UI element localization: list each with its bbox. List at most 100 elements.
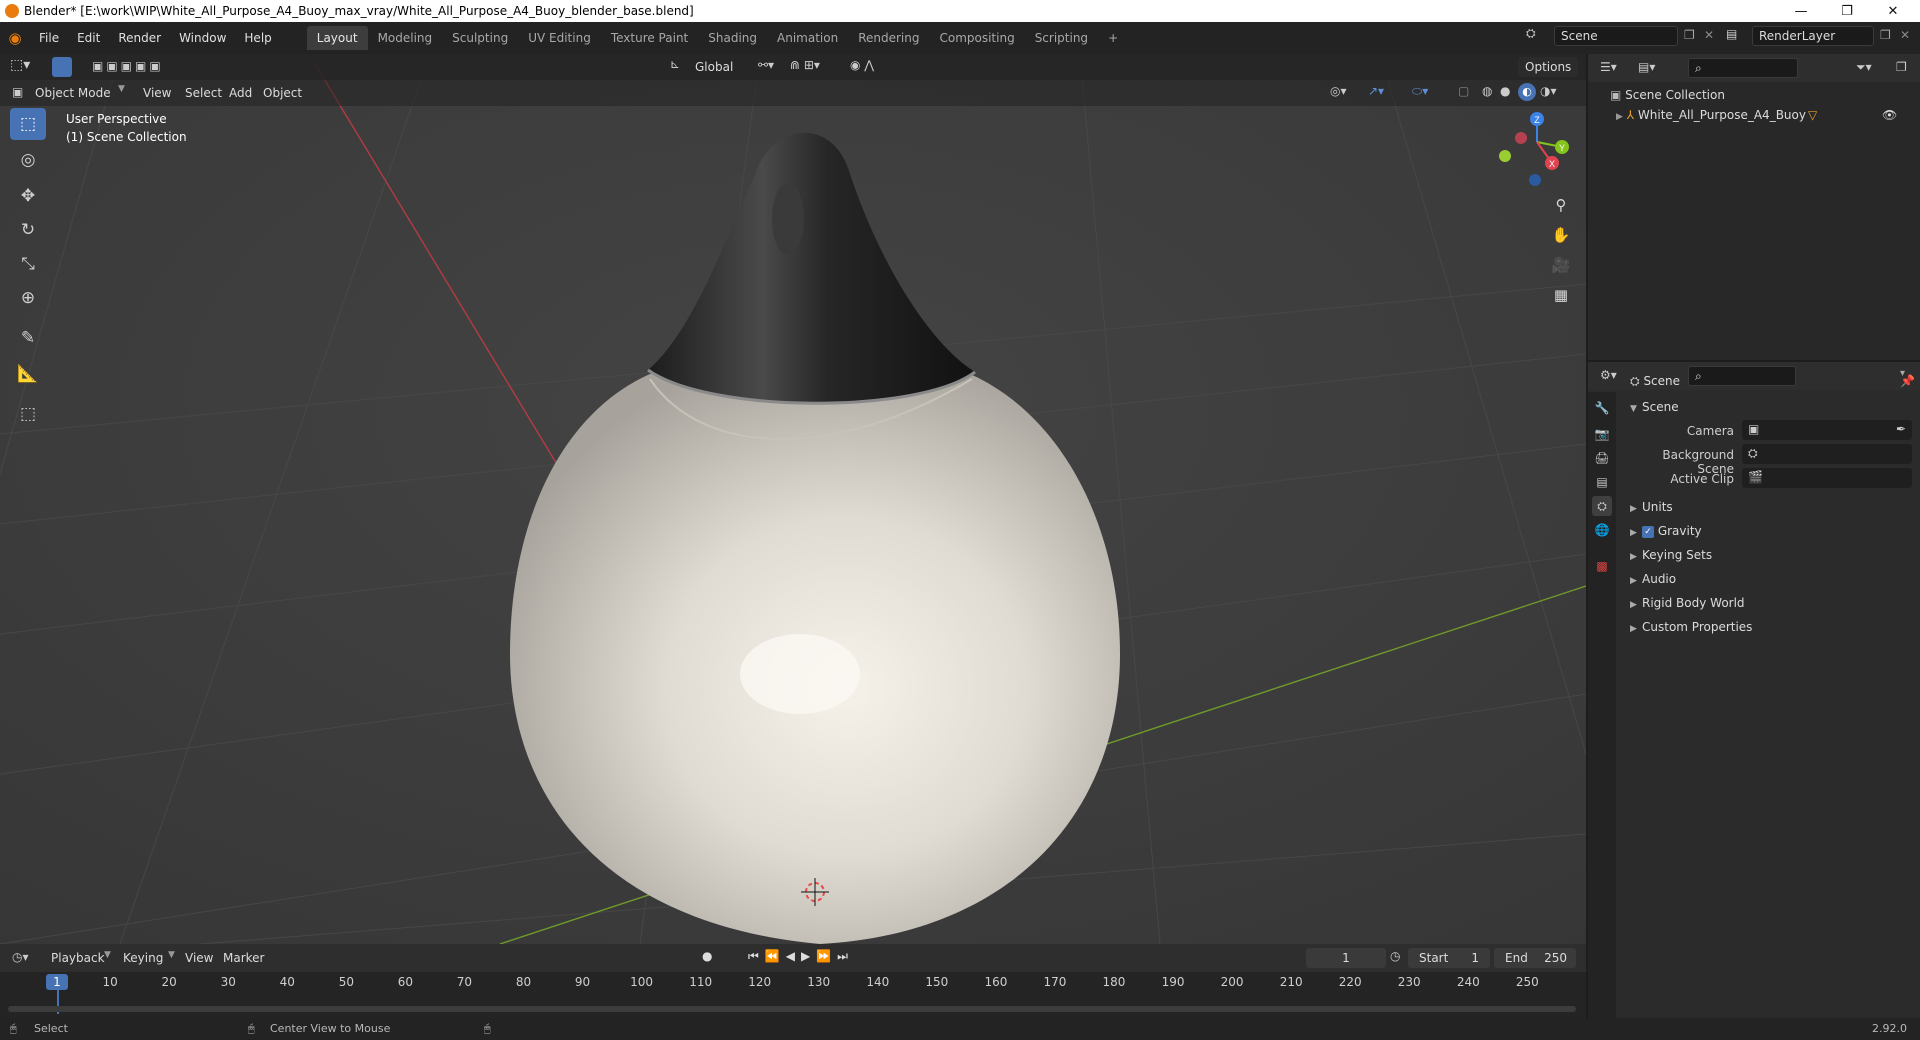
timeline-scrollbar[interactable]: [8, 1006, 1576, 1012]
timeline-ruler[interactable]: 1 10 20 30 40 50 60 70 80 90 100 110 120 130 140 150 160…: [0, 972, 1586, 1018]
cursor-tool-icon[interactable]: ◎: [10, 144, 46, 176]
selection-mode-icons[interactable]: ▣▣▣▣▣: [92, 59, 164, 73]
outliner-root-row[interactable]: ▣ Scene Collection: [1610, 88, 1725, 102]
add-cube-tool-icon[interactable]: ⬚: [10, 398, 46, 430]
current-frame-field[interactable]: 1: [1306, 948, 1386, 968]
scene-tab-icon[interactable]: ⛭: [1592, 496, 1612, 516]
start-frame-field[interactable]: Start 1: [1408, 948, 1490, 968]
measure-tool-icon[interactable]: 📐: [10, 358, 46, 390]
outliner-search-field[interactable]: ⌕: [1688, 58, 1798, 78]
transform-tool-icon[interactable]: ⊕: [10, 282, 46, 314]
subpanel-audio[interactable]: ▶ Audio: [1630, 568, 1676, 590]
world-tab-icon[interactable]: 🌐: [1592, 520, 1612, 540]
filter-icon[interactable]: ⏷▾: [1856, 60, 1872, 75]
record-keyframe-icon[interactable]: ●: [702, 949, 712, 963]
pivot-point-icon[interactable]: ⚯▾: [758, 58, 774, 72]
gizmo-toggle-icon[interactable]: ↗▾: [1368, 84, 1384, 98]
timeline-menu-playback[interactable]: Playback: [44, 948, 112, 968]
wireframe-shading-icon[interactable]: ◍: [1482, 84, 1492, 98]
viewport-menu-view[interactable]: View: [136, 83, 178, 103]
menu-file[interactable]: File: [30, 27, 68, 49]
tool-tab-icon[interactable]: 🔧: [1592, 398, 1612, 418]
tab-texture-paint[interactable]: Texture Paint: [601, 26, 698, 50]
tab-uv-editing[interactable]: UV Editing: [518, 26, 601, 50]
tab-compositing[interactable]: Compositing: [929, 26, 1024, 50]
outliner-editor[interactable]: ☰▾ ▤▾ ⌕ ⏷▾ ❐ ▣ Scene Collection ▶ ⅄ Whit…: [1588, 54, 1920, 360]
subpanel-units[interactable]: ▶ Units: [1630, 496, 1673, 518]
visibility-icon[interactable]: ◎▾: [1330, 84, 1347, 98]
timeline-menu-view[interactable]: View: [178, 948, 220, 968]
solid-shading-icon[interactable]: ●: [1500, 84, 1510, 98]
background-scene-field[interactable]: ⛭: [1742, 444, 1912, 464]
rendered-shading-icon[interactable]: ◑▾: [1540, 84, 1557, 98]
preview-range-icon[interactable]: ◷: [1390, 949, 1400, 963]
tab-scripting[interactable]: Scripting: [1025, 26, 1098, 50]
output-tab-icon[interactable]: 🖨: [1592, 448, 1612, 468]
visibility-eye-icon[interactable]: 👁: [1882, 108, 1897, 122]
properties-editor[interactable]: ⚙▾ ⌕ ▾ 🔧 📷 🖨 ▤ ⛭ 🌐 ▩ ⛭ Scene 📌 ▼ Scene Ca…: [1588, 362, 1920, 1018]
editor-type-icon[interactable]: ⬚▾: [10, 57, 30, 73]
renderlayer-icon[interactable]: ▤: [1726, 27, 1737, 41]
gravity-checkbox[interactable]: ✓: [1642, 525, 1654, 538]
display-mode-icon[interactable]: ▤▾: [1638, 60, 1655, 74]
menu-help[interactable]: Help: [235, 27, 280, 49]
close-button[interactable]: ✕: [1870, 0, 1916, 22]
menu-edit[interactable]: Edit: [68, 27, 109, 49]
subpanel-rigid-body-world[interactable]: ▶ Rigid Body World: [1630, 592, 1745, 614]
proportional-editing-icon[interactable]: ◉ ⋀: [850, 58, 874, 72]
outliner-item[interactable]: ▶ ⅄ White_All_Purpose_A4_Buoy ▽ 👁: [1616, 108, 1916, 128]
scene-panel-header[interactable]: ▼ Scene: [1630, 396, 1679, 418]
overlays-toggle-icon[interactable]: ⬭▾: [1412, 84, 1428, 99]
menu-render[interactable]: Render: [109, 27, 170, 49]
timeline-menu-marker[interactable]: Marker: [216, 948, 271, 968]
subpanel-gravity[interactable]: ▶ ✓ Gravity: [1630, 520, 1702, 542]
pin-icon[interactable]: 📌: [1900, 374, 1915, 388]
rotate-tool-icon[interactable]: ↻: [10, 214, 46, 246]
material-preview-shading-icon[interactable]: ◐: [1518, 83, 1536, 101]
annotate-tool-icon[interactable]: ✎: [10, 322, 46, 354]
expand-arrow-icon[interactable]: ▶: [1616, 112, 1623, 122]
tab-rendering[interactable]: Rendering: [848, 26, 929, 50]
add-workspace-button[interactable]: +: [1098, 26, 1128, 50]
delete-renderlayer-icon[interactable]: ✕: [1900, 28, 1910, 42]
delete-scene-icon[interactable]: ✕: [1704, 28, 1714, 42]
playback-controls-icons[interactable]: ⏮⏪◀▶⏩⏭: [748, 949, 854, 964]
3d-viewport[interactable]: Z Y X ⬚▾ ▣▣▣▣▣ ⊾ Global ⚯▾ ⋒ ⊞▾ ◉ ⋀ Opti…: [0, 54, 1586, 944]
scale-tool-icon[interactable]: ⤡: [10, 248, 46, 280]
mode-dropdown[interactable]: Object Mode: [28, 83, 118, 103]
new-collection-icon[interactable]: ❐: [1896, 60, 1907, 74]
options-dropdown[interactable]: Options: [1518, 57, 1579, 77]
texture-tab-icon[interactable]: ▩: [1592, 556, 1612, 576]
new-renderlayer-icon[interactable]: ❐: [1880, 28, 1891, 42]
blender-menu-icon[interactable]: ◉: [0, 29, 30, 47]
menu-window[interactable]: Window: [170, 27, 235, 49]
camera-field[interactable]: ▣ ✒: [1742, 420, 1912, 440]
scene-selector[interactable]: Scene: [1554, 26, 1678, 46]
select-tool-icon[interactable]: ⬚: [10, 108, 46, 140]
zoom-icon[interactable]: ⚲: [1548, 192, 1574, 218]
view-layer-tab-icon[interactable]: ▤: [1592, 472, 1612, 492]
viewport-menu-add[interactable]: Add: [222, 83, 259, 103]
transform-orientation-dropdown[interactable]: Global: [688, 57, 740, 77]
select-box-tool-icon[interactable]: [52, 57, 72, 77]
tab-layout[interactable]: Layout: [306, 26, 368, 50]
eyedropper-icon[interactable]: ✒: [1896, 422, 1906, 436]
scene-icon[interactable]: ⛭: [1526, 26, 1550, 41]
restore-button[interactable]: ❐: [1824, 0, 1870, 22]
timeline-editor[interactable]: ◷▾ Playback ▼ Keying ▼ View Marker ● ⏮⏪◀…: [0, 944, 1586, 1018]
properties-editor-icon[interactable]: ⚙▾: [1600, 368, 1617, 382]
subpanel-keying-sets[interactable]: ▶ Keying Sets: [1630, 544, 1712, 566]
tab-modeling[interactable]: Modeling: [368, 26, 443, 50]
outliner-editor-icon[interactable]: ☰▾: [1600, 60, 1617, 74]
active-clip-field[interactable]: 🎬: [1742, 468, 1912, 488]
minimize-button[interactable]: —: [1778, 0, 1824, 22]
timeline-editor-icon[interactable]: ◷▾: [12, 950, 29, 964]
camera-view-icon[interactable]: 🎥: [1548, 252, 1574, 278]
pan-hand-icon[interactable]: ✋: [1548, 222, 1574, 248]
snap-icon[interactable]: ⋒ ⊞▾: [790, 58, 820, 72]
move-tool-icon[interactable]: ✥: [10, 180, 46, 212]
render-tab-icon[interactable]: 📷: [1592, 424, 1612, 444]
perspective-toggle-icon[interactable]: ▦: [1548, 282, 1574, 308]
properties-search-field[interactable]: ⌕: [1688, 366, 1796, 386]
xray-toggle-icon[interactable]: ▢: [1458, 84, 1469, 98]
